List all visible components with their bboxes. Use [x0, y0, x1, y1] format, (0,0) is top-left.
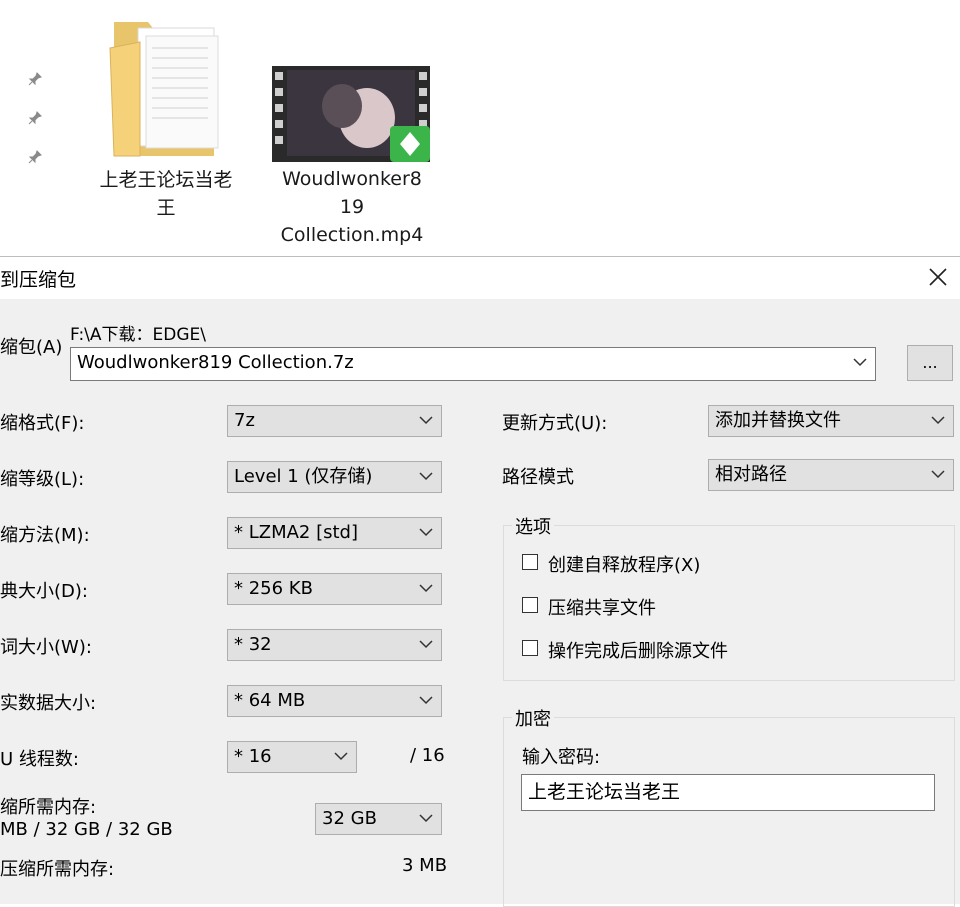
chevron-down-icon: [419, 518, 433, 548]
close-button[interactable]: [924, 263, 952, 291]
browse-button[interactable]: ...: [907, 345, 953, 381]
method-value: * LZMA2 [std]: [234, 522, 359, 543]
level-select[interactable]: Level 1 (仅存储): [227, 461, 442, 493]
compress-memory-label: 缩所需内存:: [0, 797, 97, 818]
word-size-value: * 32: [234, 634, 272, 655]
video-thumbnail-icon: [272, 66, 430, 162]
chevron-down-icon: [419, 804, 433, 834]
pin-icon: [28, 72, 42, 86]
options-group-title: 选项: [512, 513, 554, 539]
update-mode-select[interactable]: 添加并替换文件: [708, 405, 954, 437]
chevron-down-icon: [419, 406, 433, 436]
dictionary-size-label: 典大小(D):: [0, 581, 88, 602]
level-value: Level 1 (仅存储): [234, 466, 373, 487]
dialog-title: 到压缩包: [0, 269, 77, 291]
archive-label: 缩包(A): [0, 337, 63, 358]
dictionary-size-select[interactable]: * 256 KB: [227, 573, 442, 605]
update-mode-value: 添加并替换文件: [715, 410, 841, 431]
solid-block-size-value: * 64 MB: [234, 690, 306, 711]
sfx-checkbox[interactable]: [522, 554, 538, 570]
level-label: 缩等级(L):: [0, 469, 85, 490]
archive-path: F:\A下载：EDGE\: [70, 325, 207, 345]
video-label-line1: Woudlwonker8: [282, 168, 422, 190]
pin-icon: [28, 111, 42, 125]
chevron-down-icon: [931, 460, 945, 490]
archive-name-combo[interactable]: Woudlwonker819 Collection.7z: [70, 347, 876, 381]
explorer-view: 上老王论坛当老 王 Woudlwonker8 19 Collection.mp4: [0, 0, 960, 256]
path-mode-label: 路径模式: [502, 467, 574, 488]
delete-after-option-label: 操作完成后删除源文件: [548, 641, 728, 662]
compress-memory-values: MB / 32 GB / 32 GB: [0, 819, 173, 840]
video-label-line2: 19: [339, 196, 365, 218]
add-to-archive-dialog: 到压缩包 缩包(A) F:\A下载：EDGE\ Woudlwonker819 C…: [0, 256, 960, 907]
chevron-down-icon: [419, 462, 433, 492]
update-mode-label: 更新方式(U):: [502, 413, 608, 434]
folder-item[interactable]: 上老王论坛当老 王: [86, 18, 246, 228]
delete-after-checkbox[interactable]: [522, 640, 538, 656]
chevron-down-icon: [334, 742, 348, 772]
chevron-down-icon: [419, 686, 433, 716]
format-value: 7z: [234, 410, 255, 431]
method-select[interactable]: * LZMA2 [std]: [227, 517, 442, 549]
word-size-select[interactable]: * 32: [227, 629, 442, 661]
close-icon: [929, 268, 947, 286]
video-label-line3: Collection.mp4: [280, 224, 424, 246]
shared-files-checkbox[interactable]: [522, 597, 538, 613]
chevron-down-icon: [419, 574, 433, 604]
folder-icon: [109, 22, 219, 157]
video-file-item[interactable]: Woudlwonker8 19 Collection.mp4: [262, 62, 442, 252]
chevron-down-icon: [853, 348, 867, 378]
chevron-down-icon: [419, 630, 433, 660]
solid-block-size-label: 实数据大小:: [0, 693, 97, 714]
threads-label: U 线程数:: [0, 749, 79, 770]
format-label: 缩格式(F):: [0, 413, 85, 434]
path-mode-select[interactable]: 相对路径: [708, 459, 954, 491]
memory-limit-select[interactable]: 32 GB: [315, 803, 442, 835]
decompress-memory-value: 3 MB: [402, 855, 448, 876]
dictionary-size-value: * 256 KB: [234, 578, 313, 599]
folder-label-line2: 王: [156, 197, 176, 219]
threads-select[interactable]: * 16: [227, 741, 357, 773]
path-mode-value: 相对路径: [715, 464, 787, 485]
pin-icon: [28, 150, 42, 164]
sfx-option-label: 创建自释放程序(X): [548, 555, 701, 576]
format-select[interactable]: 7z: [227, 405, 442, 437]
folder-label-line1: 上老王论坛当老: [99, 169, 233, 191]
decompress-memory-label: 压缩所需内存:: [0, 859, 115, 880]
dialog-titlebar: 到压缩包: [0, 257, 960, 299]
threads-max: / 16: [410, 745, 445, 766]
shared-files-option-label: 压缩共享文件: [548, 598, 656, 619]
password-input[interactable]: 上老王论坛当老王: [521, 774, 935, 811]
threads-value: * 16: [234, 746, 272, 767]
encryption-group-title: 加密: [512, 705, 554, 731]
chevron-down-icon: [931, 406, 945, 436]
solid-block-size-select[interactable]: * 64 MB: [227, 685, 442, 717]
password-label: 输入密码:: [522, 747, 601, 768]
word-size-label: 词大小(W):: [0, 637, 92, 658]
archive-name-value: Woudlwonker819 Collection.7z: [77, 352, 354, 373]
memory-limit-value: 32 GB: [322, 808, 377, 829]
method-label: 缩方法(M):: [0, 525, 90, 546]
